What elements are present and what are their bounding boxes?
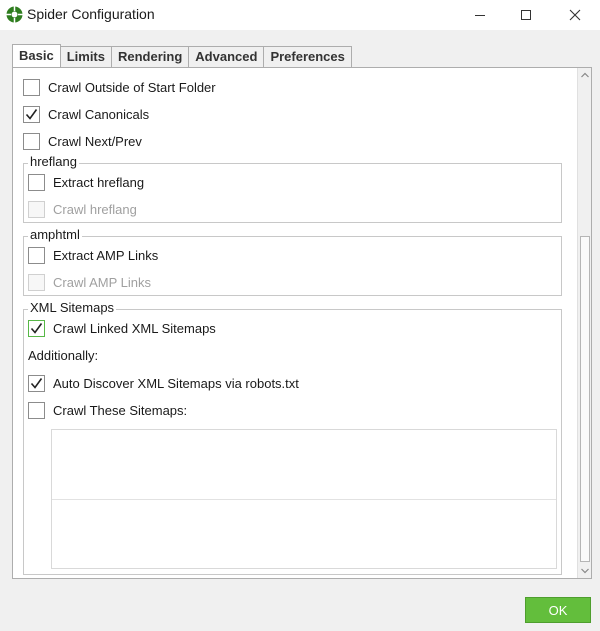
crawl-canonicals-checkbox[interactable]: [23, 105, 40, 123]
crawl-linked-sitemaps-label: Crawl Linked XML Sitemaps: [53, 320, 216, 336]
amphtml-legend: amphtml: [28, 227, 82, 242]
close-icon: [569, 9, 581, 21]
hreflang-legend: hreflang: [28, 154, 79, 169]
option-crawl-linked-sitemaps[interactable]: Crawl Linked XML Sitemaps: [28, 318, 216, 338]
crawl-outside-label: Crawl Outside of Start Folder: [48, 79, 216, 95]
option-crawl-next-prev[interactable]: Crawl Next/Prev: [23, 131, 142, 151]
extract-hreflang-label: Extract hreflang: [53, 174, 145, 190]
textarea-divider: [52, 499, 556, 500]
xml-sitemaps-legend: XML Sitemaps: [28, 300, 117, 315]
checkmark-icon: [30, 377, 43, 389]
crawl-these-sitemaps-label: Crawl These Sitemaps:: [53, 402, 188, 418]
crawl-next-prev-label: Crawl Next/Prev: [48, 133, 142, 149]
tab-rendering[interactable]: Rendering: [112, 46, 190, 68]
scroll-up-button[interactable]: [578, 68, 592, 82]
option-extract-amp[interactable]: Extract AMP Links: [28, 245, 158, 265]
option-crawl-hreflang: Crawl hreflang: [28, 199, 137, 219]
checkmark-icon: [30, 322, 43, 334]
crawl-amp-checkbox: [28, 273, 45, 291]
crawl-outside-checkbox[interactable]: [23, 78, 40, 96]
chevron-down-icon: [581, 568, 589, 574]
additionally-label: Additionally:: [28, 348, 99, 363]
tab-preferences[interactable]: Preferences: [264, 46, 352, 68]
scroll-down-button[interactable]: [578, 564, 592, 578]
scroll-content: Crawl Outside of Start Folder Crawl Cano…: [13, 68, 577, 578]
spider-icon: [6, 6, 23, 23]
extract-hreflang-checkbox[interactable]: [28, 173, 45, 191]
tab-bar: Basic Limits Rendering Advanced Preferen…: [12, 44, 352, 68]
crawl-linked-sitemaps-checkbox[interactable]: [28, 319, 45, 337]
window-title: Spider Configuration: [27, 6, 155, 22]
crawl-next-prev-checkbox[interactable]: [23, 132, 40, 150]
scroll-thumb[interactable]: [580, 236, 590, 562]
extract-amp-checkbox[interactable]: [28, 246, 45, 264]
auto-discover-label: Auto Discover XML Sitemaps via robots.tx…: [53, 375, 299, 391]
title-bar: Spider Configuration: [0, 0, 600, 30]
minimize-button[interactable]: [457, 0, 503, 30]
tab-advanced[interactable]: Advanced: [189, 46, 265, 68]
sitemaps-textarea[interactable]: [51, 429, 557, 569]
vertical-scrollbar[interactable]: [577, 68, 591, 578]
crawl-canonicals-label: Crawl Canonicals: [48, 106, 150, 122]
chevron-up-icon: [581, 72, 589, 78]
extract-amp-label: Extract AMP Links: [53, 247, 159, 263]
crawl-these-sitemaps-checkbox[interactable]: [28, 401, 45, 419]
close-button[interactable]: [552, 0, 598, 30]
minimize-icon: [475, 15, 485, 16]
settings-panel: Crawl Outside of Start Folder Crawl Cano…: [12, 67, 592, 579]
tab-basic[interactable]: Basic: [12, 44, 61, 68]
option-crawl-outside[interactable]: Crawl Outside of Start Folder: [23, 77, 216, 97]
checkmark-icon: [25, 108, 38, 120]
option-auto-discover[interactable]: Auto Discover XML Sitemaps via robots.tx…: [28, 373, 299, 393]
maximize-icon: [521, 10, 531, 20]
tab-limits[interactable]: Limits: [60, 46, 112, 68]
crawl-amp-label: Crawl AMP Links: [53, 274, 152, 290]
option-extract-hreflang[interactable]: Extract hreflang: [28, 172, 144, 192]
option-crawl-amp: Crawl AMP Links: [28, 272, 151, 292]
option-crawl-canonicals[interactable]: Crawl Canonicals: [23, 104, 149, 124]
ok-button[interactable]: OK: [525, 597, 591, 623]
crawl-hreflang-label: Crawl hreflang: [53, 201, 137, 217]
auto-discover-checkbox[interactable]: [28, 374, 45, 392]
option-crawl-these-sitemaps[interactable]: Crawl These Sitemaps:: [28, 400, 187, 420]
crawl-hreflang-checkbox: [28, 200, 45, 218]
maximize-button[interactable]: [503, 0, 549, 30]
